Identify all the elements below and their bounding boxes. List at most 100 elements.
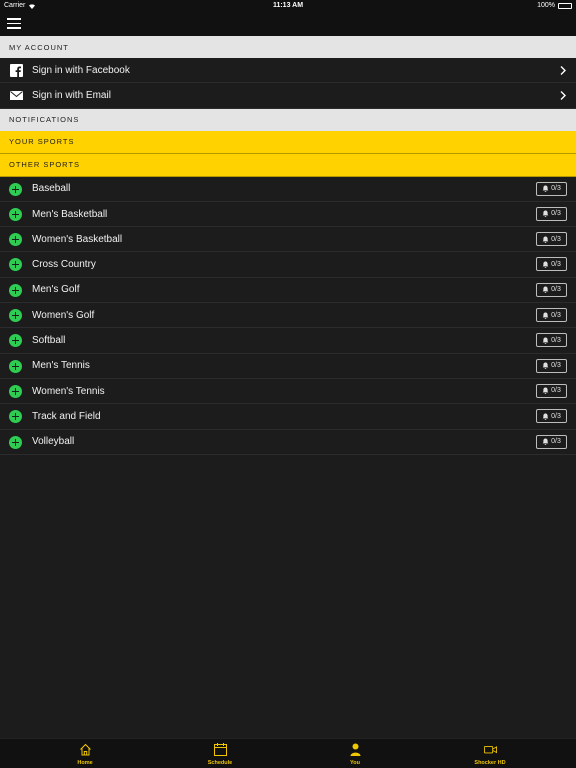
add-circle-icon[interactable] bbox=[9, 435, 22, 449]
section-header-notifications: NOTIFICATIONS bbox=[0, 108, 576, 131]
notification-count: 0/3 bbox=[551, 438, 561, 446]
notification-count-badge[interactable]: 0/3 bbox=[536, 232, 567, 247]
nav-bar bbox=[0, 12, 576, 36]
tab-you-label: You bbox=[350, 760, 360, 766]
battery-icon bbox=[558, 2, 572, 9]
status-time: 11:13 AM bbox=[272, 2, 304, 9]
sport-name: Women's Basketball bbox=[32, 233, 123, 245]
notification-count-badge[interactable]: 0/3 bbox=[536, 434, 567, 449]
tab-bar: Home Schedule You Shocker HD bbox=[0, 738, 576, 768]
bell-icon bbox=[542, 362, 549, 369]
bell-icon bbox=[542, 210, 549, 218]
sport-row[interactable]: Men's Golf 0/3 bbox=[0, 277, 576, 304]
hamburger-menu-icon[interactable] bbox=[7, 18, 21, 30]
facebook-icon bbox=[10, 64, 23, 77]
sign-in-email-label: Sign in with Email bbox=[32, 89, 111, 101]
sport-row[interactable]: Women's Golf 0/3 bbox=[0, 303, 576, 329]
email-icon bbox=[10, 91, 23, 101]
bell-icon bbox=[542, 286, 549, 294]
notification-count-badge[interactable]: 0/3 bbox=[536, 409, 567, 424]
add-circle-icon[interactable] bbox=[9, 207, 22, 221]
chevron-right-icon bbox=[560, 91, 566, 101]
battery-percent: 100% bbox=[537, 2, 555, 9]
tab-shocker-hd[interactable]: Shocker HD bbox=[450, 743, 530, 766]
notification-count-badge[interactable]: 0/3 bbox=[536, 181, 567, 196]
sport-name: Women's Golf bbox=[32, 309, 95, 321]
add-circle-icon[interactable] bbox=[9, 182, 22, 196]
section-header-my-account: MY ACCOUNT bbox=[0, 36, 576, 58]
bell-icon bbox=[542, 337, 549, 344]
notification-count: 0/3 bbox=[551, 286, 561, 294]
sport-row[interactable]: Baseball 0/3 bbox=[0, 176, 576, 202]
sport-name: Men's Golf bbox=[32, 284, 80, 296]
tab-home[interactable]: Home bbox=[45, 743, 125, 766]
sport-name: Women's Tennis bbox=[32, 385, 105, 397]
home-icon bbox=[79, 743, 91, 756]
bell-icon bbox=[542, 185, 549, 192]
chevron-right-icon bbox=[560, 66, 566, 75]
sport-name: Softball bbox=[32, 335, 66, 347]
sign-in-facebook-label: Sign in with Facebook bbox=[32, 64, 130, 76]
sign-in-facebook-row[interactable]: Sign in with Facebook bbox=[0, 58, 576, 84]
sport-row[interactable]: Women's Basketball 0/3 bbox=[0, 227, 576, 253]
settings-list: MY ACCOUNT Sign in with Facebook Sign in… bbox=[0, 36, 576, 455]
sport-name: Men's Tennis bbox=[32, 360, 90, 372]
sport-name: Men's Basketball bbox=[32, 208, 108, 220]
notification-count-badge[interactable]: 0/3 bbox=[536, 206, 567, 221]
add-circle-icon[interactable] bbox=[9, 283, 22, 297]
add-circle-icon[interactable] bbox=[9, 384, 22, 398]
notification-count-badge[interactable]: 0/3 bbox=[536, 333, 567, 348]
bell-icon bbox=[542, 413, 549, 420]
notification-count: 0/3 bbox=[551, 185, 561, 193]
notification-count-badge[interactable]: 0/3 bbox=[536, 282, 567, 297]
tab-home-label: Home bbox=[77, 760, 93, 766]
notification-count-badge[interactable]: 0/3 bbox=[536, 308, 567, 323]
notification-count: 0/3 bbox=[551, 311, 561, 319]
bell-icon bbox=[542, 438, 549, 445]
sport-row[interactable]: Volleyball 0/3 bbox=[0, 429, 576, 455]
video-camera-icon bbox=[483, 746, 497, 754]
add-circle-icon[interactable] bbox=[9, 359, 22, 373]
sport-name: Track and Field bbox=[32, 410, 101, 422]
notification-count: 0/3 bbox=[551, 387, 561, 395]
notification-count: 0/3 bbox=[551, 362, 561, 370]
bell-icon bbox=[542, 387, 549, 395]
notification-count: 0/3 bbox=[551, 260, 561, 268]
sport-row[interactable]: Men's Basketball 0/3 bbox=[0, 201, 576, 228]
user-icon bbox=[350, 743, 360, 756]
sport-row[interactable]: Men's Tennis 0/3 bbox=[0, 353, 576, 379]
other-sports-list: Baseball 0/3 Men's Basketball 0/3 Women's Ba… bbox=[0, 176, 576, 455]
add-circle-icon[interactable] bbox=[9, 258, 22, 272]
notification-count-badge[interactable]: 0/3 bbox=[536, 383, 567, 398]
add-circle-icon[interactable] bbox=[9, 334, 22, 348]
calendar-icon bbox=[213, 743, 227, 756]
sport-row[interactable]: Softball 0/3 bbox=[0, 328, 576, 354]
section-header-your-sports: YOUR SPORTS bbox=[0, 130, 576, 154]
tab-schedule-label: Schedule bbox=[207, 760, 233, 766]
tab-schedule[interactable]: Schedule bbox=[180, 743, 260, 766]
sport-name: Volleyball bbox=[32, 436, 75, 448]
tab-you[interactable]: You bbox=[315, 743, 395, 766]
sport-row[interactable]: Women's Tennis 0/3 bbox=[0, 378, 576, 405]
bell-icon bbox=[542, 261, 549, 268]
notification-count: 0/3 bbox=[551, 412, 561, 420]
sport-name: Baseball bbox=[32, 183, 71, 195]
add-circle-icon[interactable] bbox=[9, 309, 22, 323]
notification-count-badge[interactable]: 0/3 bbox=[536, 358, 567, 373]
sport-name: Cross Country bbox=[32, 259, 96, 271]
bell-icon bbox=[542, 236, 549, 243]
bell-icon bbox=[542, 312, 549, 319]
tab-shocker-hd-label: Shocker HD bbox=[474, 760, 506, 766]
notification-count: 0/3 bbox=[551, 336, 561, 344]
notification-count: 0/3 bbox=[551, 210, 561, 218]
notification-count: 0/3 bbox=[551, 235, 561, 243]
add-circle-icon[interactable] bbox=[9, 410, 22, 424]
section-header-other-sports: OTHER SPORTS bbox=[0, 153, 576, 177]
status-bar: Carrier 11:13 AM 100% bbox=[0, 0, 576, 12]
battery-info: 100% bbox=[537, 2, 572, 9]
sport-row[interactable]: Track and Field 0/3 bbox=[0, 404, 576, 430]
notification-count-badge[interactable]: 0/3 bbox=[536, 257, 567, 272]
sign-in-email-row[interactable]: Sign in with Email bbox=[0, 83, 576, 109]
sport-row[interactable]: Cross Country 0/3 bbox=[0, 252, 576, 278]
add-circle-icon[interactable] bbox=[9, 233, 22, 247]
